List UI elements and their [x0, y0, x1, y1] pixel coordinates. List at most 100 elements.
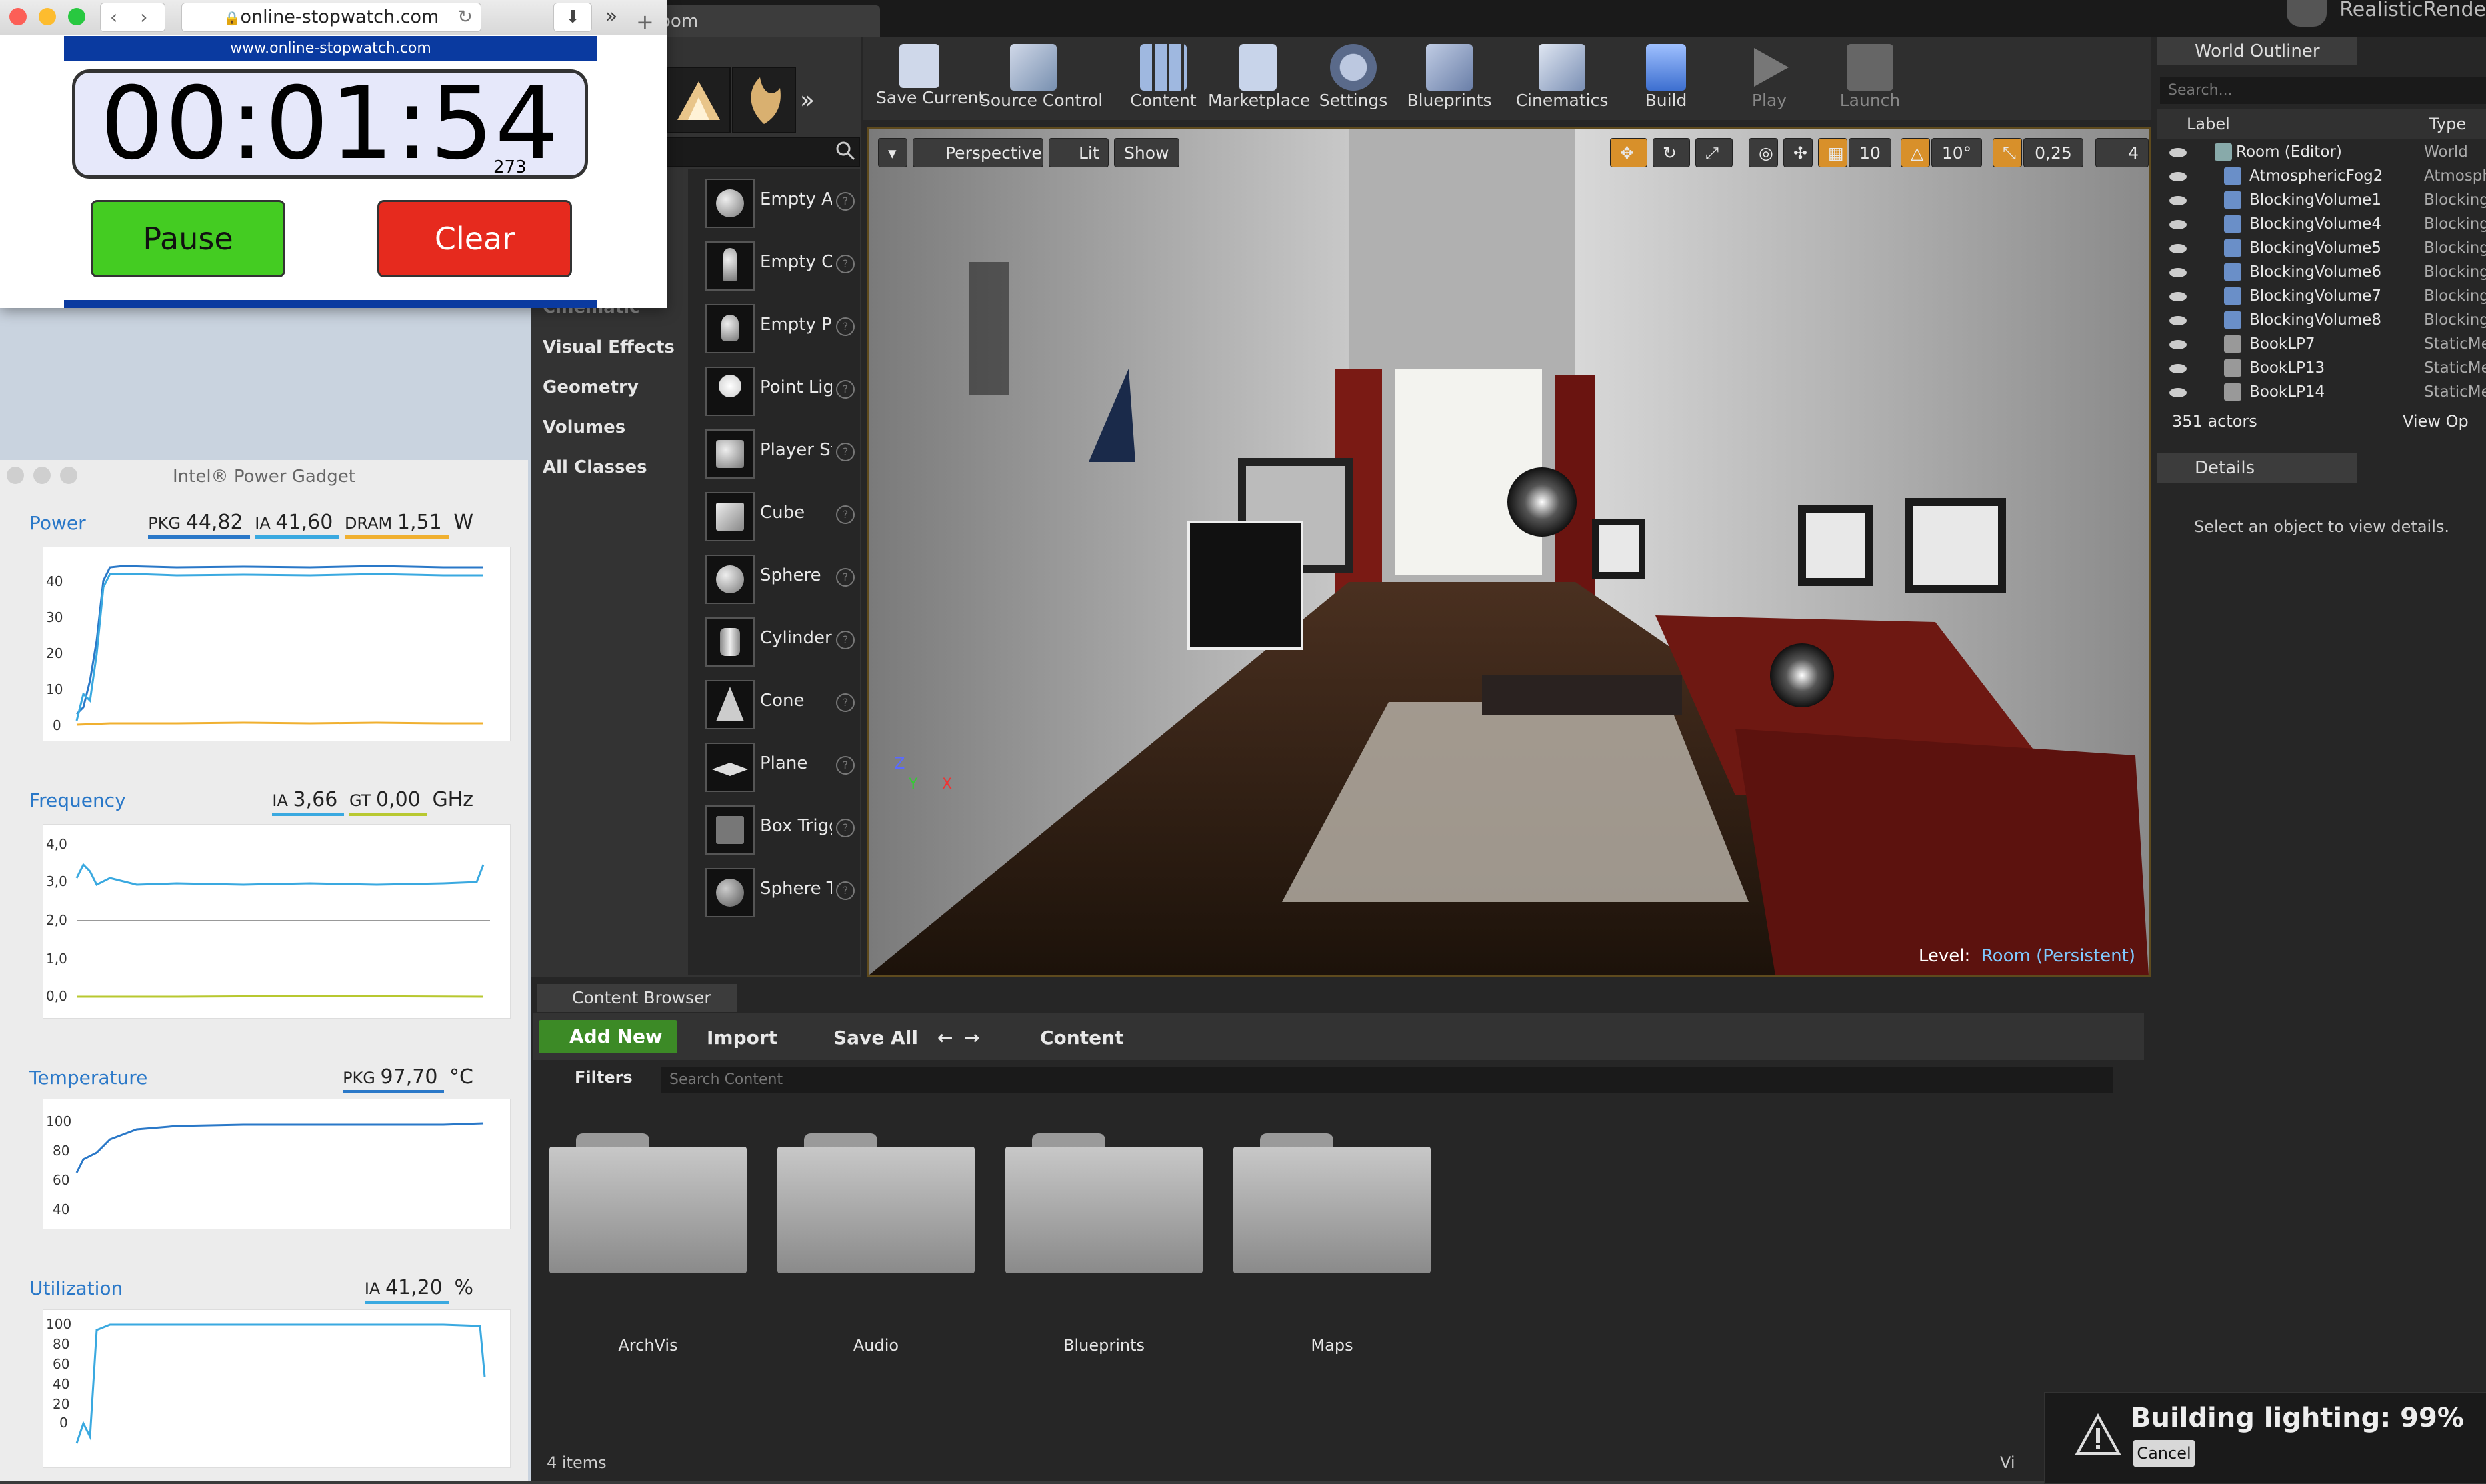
visibility-eye-icon[interactable] [2169, 220, 2187, 229]
visibility-eye-icon[interactable] [2169, 268, 2187, 277]
help-icon[interactable]: ? [836, 881, 855, 900]
content-browser-tab[interactable]: Content Browser [537, 984, 737, 1012]
outliner-row[interactable]: BlockingVolume8 Blocking [2157, 308, 2486, 332]
help-icon[interactable]: ? [836, 255, 855, 273]
folder-audio[interactable] [777, 1133, 975, 1273]
pause-button[interactable]: Pause [91, 200, 285, 277]
place-search-input[interactable] [667, 137, 860, 167]
place-item-player-start[interactable]: Player Start? [696, 420, 856, 479]
place-item-empty-actor[interactable]: Empty Actor? [696, 169, 856, 228]
outliner-row[interactable]: BlockingVolume1 Blocking [2157, 188, 2486, 212]
download-icon[interactable]: ⬇ [553, 3, 592, 32]
place-item-cylinder[interactable]: Cylinder? [696, 608, 856, 667]
back-arrow-icon[interactable]: ← [937, 1027, 953, 1049]
outliner-row[interactable]: BlockingVolume7 Blocking [2157, 284, 2486, 308]
place-item-point-light[interactable]: Point Light? [696, 357, 856, 416]
place-item-cube[interactable]: Cube? [696, 483, 856, 541]
save-current-button[interactable]: Save Current [876, 37, 985, 120]
help-icon[interactable]: ? [836, 443, 855, 461]
category-volumes[interactable]: Volumes [543, 417, 625, 437]
scale-snap-value[interactable]: 0,25 [2023, 138, 2083, 167]
help-icon[interactable]: ? [836, 317, 855, 336]
chevron-left-icon[interactable]: ‹ [101, 6, 117, 28]
more-modes-icon[interactable]: » [800, 87, 815, 114]
place-item-sphere[interactable]: Sphere? [696, 545, 856, 604]
category-visual-effects[interactable]: Visual Effects [543, 337, 675, 357]
place-item-sphere-trigger[interactable]: Sphere Trigger? [696, 859, 856, 917]
place-item-plane[interactable]: Plane? [696, 733, 856, 792]
help-icon[interactable]: ? [836, 631, 855, 649]
scale-snap-icon[interactable]: ⤡ [1993, 138, 2022, 167]
visibility-eye-icon[interactable] [2169, 172, 2187, 181]
content-view-options-button[interactable]: Vi [2000, 1453, 2015, 1472]
label-column-header[interactable]: Label [2187, 109, 2230, 139]
address-bar[interactable]: 🔒online-stopwatch.com ↻ [181, 3, 481, 32]
level-tab[interactable]: oom [640, 5, 880, 37]
category-all-classes[interactable]: All Classes [543, 457, 647, 477]
outliner-view-options-button[interactable]: View Op [2403, 412, 2469, 431]
visibility-eye-icon[interactable] [2169, 244, 2187, 253]
place-item-empty-character[interactable]: Empty Character? [696, 232, 856, 291]
clear-button[interactable]: Clear [377, 200, 572, 277]
scale-icon[interactable]: ⤢ [1695, 138, 1733, 167]
translate-icon[interactable]: ✥ [1610, 138, 1647, 167]
help-icon[interactable]: ? [836, 568, 855, 587]
back-forward-buttons[interactable]: ‹ › [100, 3, 165, 32]
outliner-row[interactable]: BlockingVolume6 Blocking [2157, 260, 2486, 284]
folder-blueprints[interactable] [1005, 1133, 1203, 1273]
visibility-eye-icon[interactable] [2169, 292, 2187, 301]
help-icon[interactable]: ? [836, 192, 855, 211]
details-tab[interactable]: Details [2157, 453, 2357, 483]
rotate-icon[interactable]: ↻ [1653, 138, 1690, 167]
path-content-crumb[interactable]: Content [1040, 1027, 1123, 1049]
outliner-row[interactable]: BlockingVolume4 Blocking [2157, 212, 2486, 236]
show-button[interactable]: Show [1114, 138, 1179, 167]
marketplace-button[interactable]: Marketplace [1208, 37, 1310, 120]
outliner-row[interactable]: BookLP14 StaticMe [2157, 380, 2486, 404]
outliner-row[interactable]: AtmosphericFog2 Atmosph [2157, 164, 2486, 188]
content-button[interactable]: Content [1127, 37, 1200, 120]
outliner-row[interactable]: BookLP13 StaticMe [2157, 356, 2486, 380]
landscape-mode-icon[interactable] [667, 67, 731, 133]
outliner-search-input[interactable]: Search... [2160, 77, 2486, 104]
outliner-row[interactable]: BookLP7 StaticMe [2157, 332, 2486, 356]
world-outliner-tab[interactable]: World Outliner [2157, 37, 2357, 65]
visibility-eye-icon[interactable] [2169, 148, 2187, 157]
zoom-icon[interactable] [68, 8, 85, 25]
visibility-eye-icon[interactable] [2169, 340, 2187, 349]
help-icon[interactable]: ? [836, 819, 855, 837]
grid-snap-value[interactable]: 10 [1849, 138, 1891, 167]
build-button[interactable]: Build [1629, 37, 1703, 120]
rotation-snap-icon[interactable]: △ [1901, 138, 1930, 167]
visibility-eye-icon[interactable] [2169, 196, 2187, 205]
settings-button[interactable]: Settings [1313, 37, 1393, 120]
category-geometry[interactable]: Geometry [543, 377, 639, 397]
help-icon[interactable]: ? [836, 380, 855, 399]
visibility-eye-icon[interactable] [2169, 364, 2187, 373]
launch-button[interactable]: Launch [1833, 37, 1907, 120]
type-column-header[interactable]: Type [2429, 109, 2466, 139]
place-item-box-trigger[interactable]: Box Trigger? [696, 796, 856, 855]
perspective-button[interactable]: Perspective [913, 138, 1043, 167]
cinematics-button[interactable]: Cinematics [1512, 37, 1612, 120]
folder-archvis[interactable] [549, 1133, 747, 1273]
minimize-icon[interactable] [39, 8, 56, 25]
cancel-build-button[interactable]: Cancel [2133, 1440, 2195, 1467]
new-tab-icon[interactable]: + [636, 9, 654, 35]
save-all-button[interactable]: Save All [833, 1027, 918, 1049]
blueprints-button[interactable]: Blueprints [1403, 37, 1496, 120]
outliner-row[interactable]: Room (Editor) World [2157, 140, 2486, 164]
surface-snap-icon[interactable]: ✣ [1783, 138, 1813, 167]
rotation-snap-value[interactable]: 10° [1931, 138, 1982, 167]
more-tabs-icon[interactable]: » [605, 3, 617, 31]
viewport-options-button[interactable]: ▾ [878, 138, 907, 167]
help-icon[interactable]: ? [836, 756, 855, 775]
close-icon[interactable] [9, 8, 27, 25]
help-icon[interactable]: ? [836, 505, 855, 524]
folder-maps[interactable] [1233, 1133, 1431, 1273]
filters-button[interactable]: Filters [575, 1068, 633, 1087]
visibility-eye-icon[interactable] [2169, 388, 2187, 397]
chevron-right-icon[interactable]: › [117, 6, 147, 28]
foliage-mode-icon[interactable] [732, 67, 796, 133]
place-item-cone[interactable]: Cone? [696, 671, 856, 729]
